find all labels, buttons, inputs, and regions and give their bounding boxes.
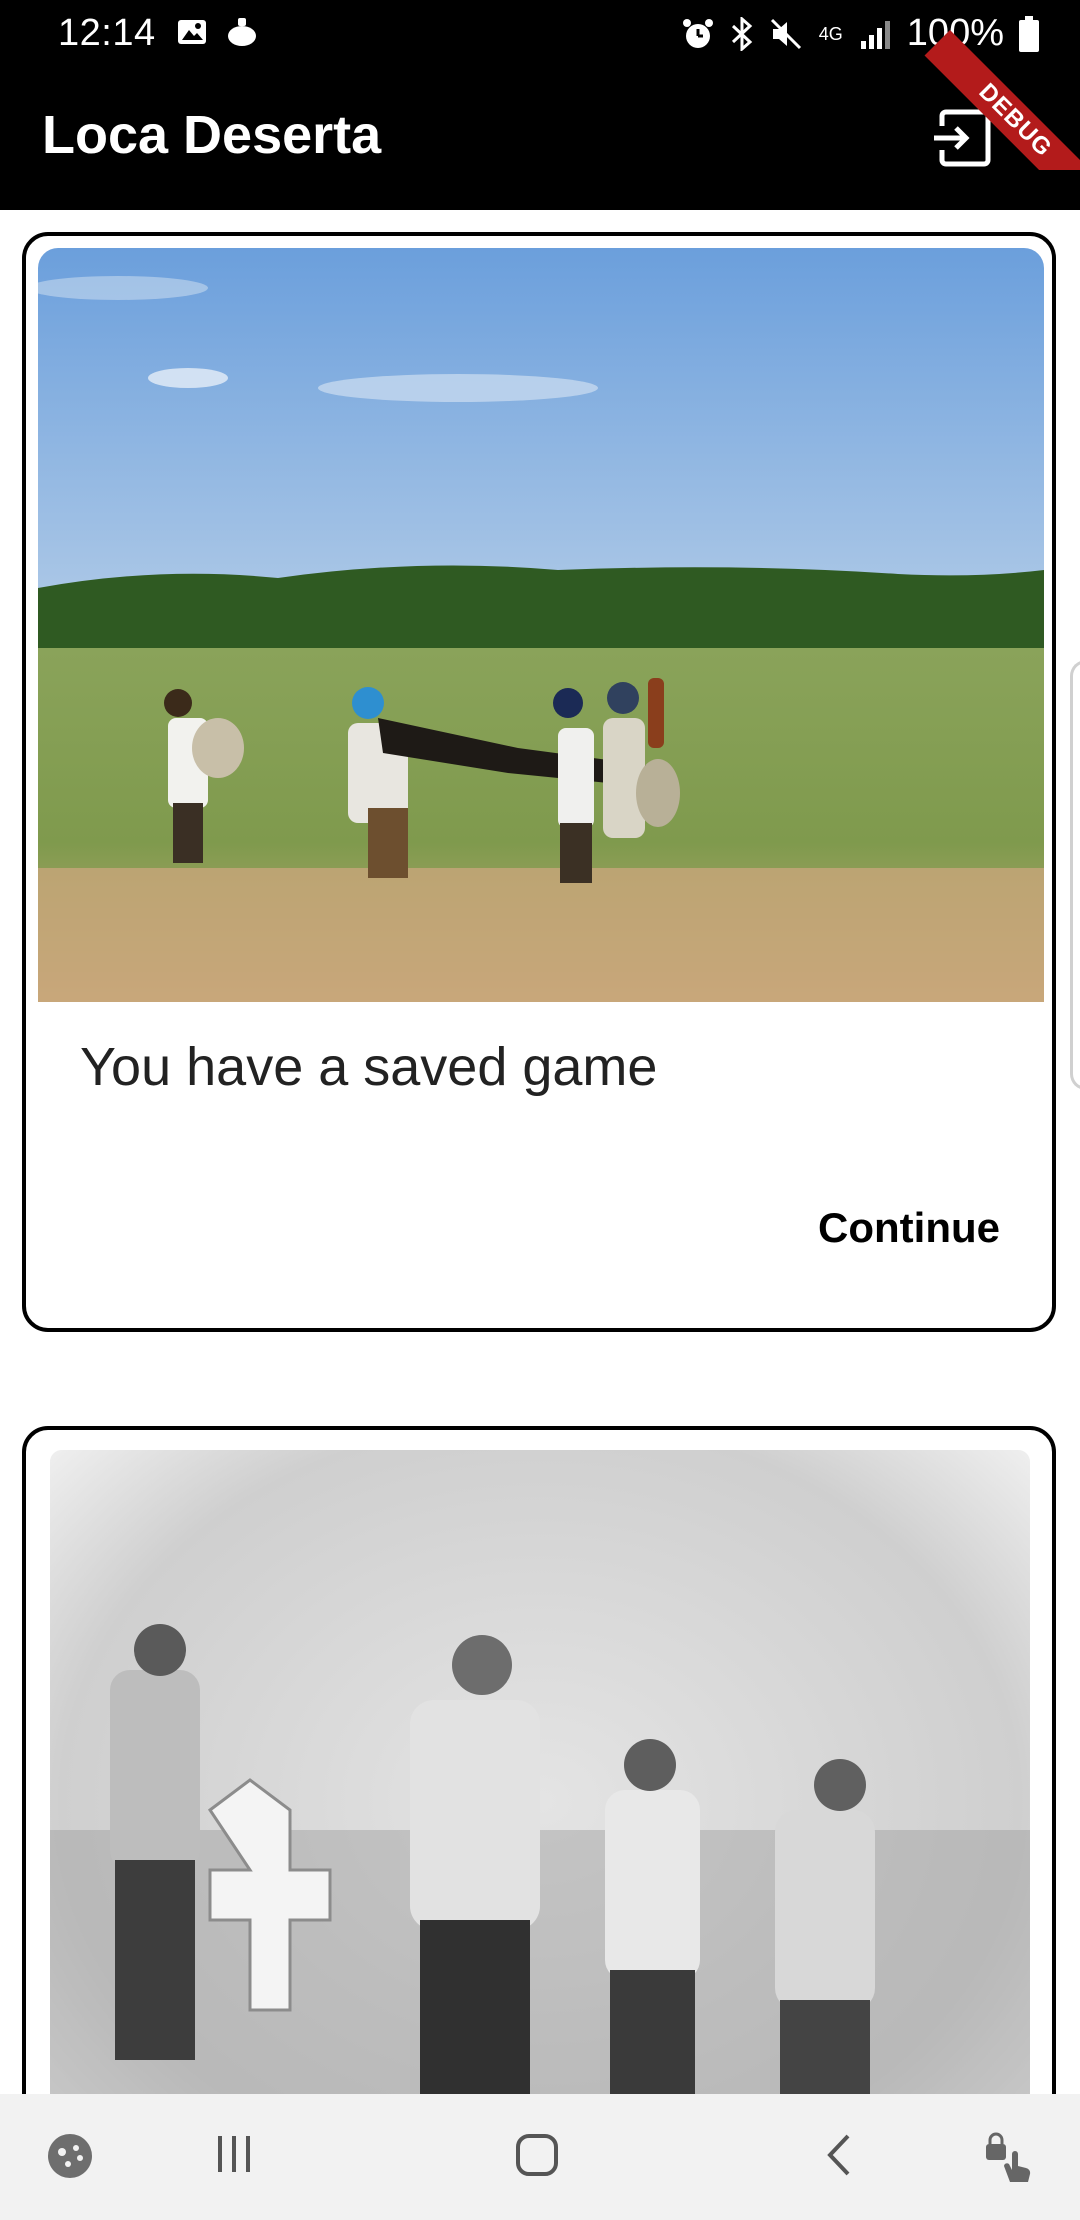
touch-lock-icon[interactable]: [982, 2132, 1036, 2186]
image-icon: [178, 20, 206, 44]
signal-icon: [860, 20, 890, 49]
battery-icon: [1019, 15, 1039, 52]
continue-button[interactable]: Continue: [818, 1204, 1000, 1252]
recent-apps-icon[interactable]: [212, 2132, 256, 2176]
saved-game-card: You have a saved game Continue: [22, 232, 1056, 1332]
app-bar: Loca Deserta: [0, 66, 1080, 210]
app-title: Loca Deserta: [42, 105, 382, 165]
network-4g-icon: 4G: [818, 23, 843, 44]
exit-icon[interactable]: [932, 106, 996, 170]
back-icon[interactable]: [820, 2132, 860, 2178]
photo-people-walking-in-field: [38, 248, 1044, 1002]
edge-panel-handle[interactable]: [1070, 660, 1080, 1090]
card-image: [38, 248, 1044, 1002]
status-bar: 12:14 4G 100%: [0, 0, 1080, 66]
battery-percent: 100%: [906, 12, 1004, 54]
mute-icon: [770, 18, 801, 49]
sketch-group-of-men-with-stone-cross: [50, 1450, 1030, 2094]
navigation-bar: [0, 2094, 1080, 2220]
status-time: 12:14: [58, 12, 156, 54]
card-image: [50, 1450, 1030, 2094]
game-launcher-icon[interactable]: [46, 2132, 94, 2180]
alarm-icon: [682, 18, 713, 48]
saved-game-text: You have a saved game: [80, 1037, 658, 1097]
home-icon[interactable]: [514, 2132, 560, 2178]
content-list[interactable]: You have a saved game Continue: [0, 210, 1080, 2094]
game-card[interactable]: [22, 1426, 1056, 2094]
cooking-pot-icon: [228, 18, 256, 46]
bluetooth-icon: [731, 16, 753, 51]
